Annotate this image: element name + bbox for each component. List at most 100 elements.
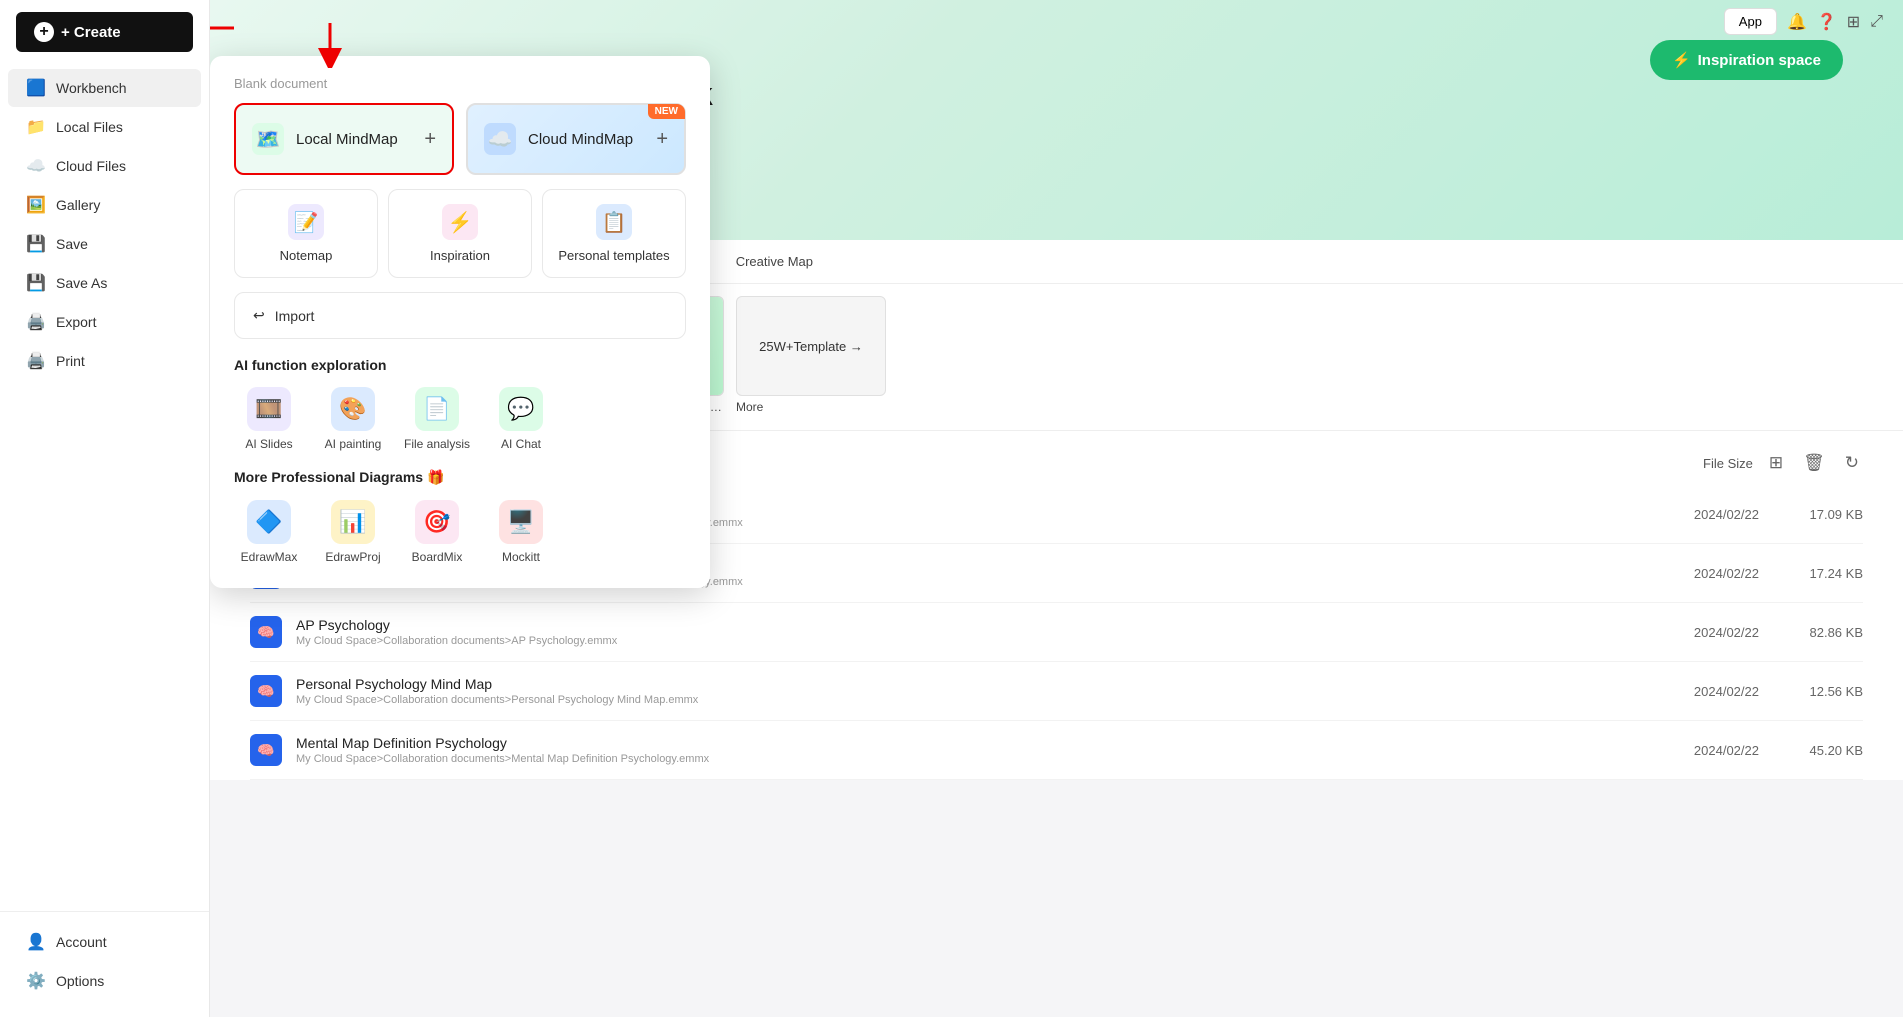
cloud-files-label: Cloud Files (56, 158, 126, 174)
sidebar-item-save[interactable]: 💾 Save (8, 225, 201, 263)
other-types-row: 📝 Notemap ⚡ Inspiration 📋 Personal templ… (234, 189, 686, 278)
ai-chat-label: AI Chat (501, 437, 541, 451)
file-name-4: Mental Map Definition Psychology (296, 735, 1615, 751)
ai-painting-card[interactable]: 🎨 AI painting (318, 387, 388, 451)
sidebar-item-print[interactable]: 🖨️ Print (8, 342, 201, 380)
section-tools: File Size ⊞ 🗑 ↻ (1703, 449, 1863, 477)
edrawmax-icon: 🔷 (247, 500, 291, 544)
template-col-more: 25W+Template → More (736, 296, 886, 414)
options-icon: ⚙️ (26, 971, 46, 991)
local-files-icon: 📁 (26, 117, 46, 137)
ai-slides-label: AI Slides (245, 437, 292, 451)
file-size-label: File Size (1703, 456, 1753, 471)
pro-section-emoji: 🎁 (427, 469, 444, 485)
file-name-3: Personal Psychology Mind Map (296, 676, 1615, 692)
local-mindmap-icon: 🗺️ (252, 123, 284, 155)
file-icon-3: 🧠 (250, 675, 282, 707)
personal-templates-label: Personal templates (558, 248, 669, 263)
timeline-creative[interactable]: Creative Map (736, 254, 813, 269)
file-date-1: 2024/02/22 (1629, 566, 1759, 581)
template-more-link: More (736, 400, 763, 414)
table-row[interactable]: 🧠 Personal Psychology Mind Map My Cloud … (250, 662, 1863, 721)
gallery-label: Gallery (56, 197, 100, 213)
local-mindmap-card[interactable]: 🗺️ Local MindMap + (234, 103, 454, 175)
save-icon: 💾 (26, 234, 46, 254)
ai-chat-card[interactable]: 💬 AI Chat (486, 387, 556, 451)
import-arrow-icon: ↩ (253, 307, 265, 324)
file-info-2: AP Psychology My Cloud Space>Collaborati… (296, 617, 1615, 647)
edrawproj-label: EdrawProj (325, 550, 380, 564)
sidebar-item-cloud-files[interactable]: ☁️ Cloud Files (8, 147, 201, 185)
delete-icon[interactable]: 🗑 (1799, 449, 1829, 477)
sidebar-item-workbench[interactable]: 🟦 Workbench (8, 69, 201, 107)
new-badge: NEW (648, 104, 685, 119)
create-button[interactable]: + + Create (16, 12, 193, 52)
save-label: Save (56, 236, 88, 252)
options-label: Options (56, 973, 104, 989)
print-label: Print (56, 353, 85, 369)
create-menu: Blank document 🗺️ Local MindMap + NEW ☁️… (210, 56, 710, 588)
app-button[interactable]: App (1724, 8, 1777, 35)
sidebar: + + Create 🟦 Workbench 📁 Local Files ☁️ … (0, 0, 210, 1017)
notifications-icon[interactable]: 🔔 (1787, 12, 1807, 32)
ai-slides-card[interactable]: 🎞️ AI Slides (234, 387, 304, 451)
mockitt-label: Mockitt (502, 550, 540, 564)
sidebar-nav: 🟦 Workbench 📁 Local Files ☁️ Cloud Files… (0, 64, 209, 911)
edrawmax-card[interactable]: 🔷 EdrawMax (234, 500, 304, 564)
create-label: + Create (61, 24, 121, 41)
expand-icon[interactable]: ⤢ (1870, 13, 1883, 31)
file-date-2: 2024/02/22 (1629, 625, 1759, 640)
ai-row: 🎞️ AI Slides 🎨 AI painting 📄 File analys… (234, 387, 686, 451)
edrawproj-icon: 📊 (331, 500, 375, 544)
file-date-0: 2024/02/22 (1629, 507, 1759, 522)
boardmix-card[interactable]: 🎯 BoardMix (402, 500, 472, 564)
file-path-2: My Cloud Space>Collaboration documents>A… (296, 635, 1615, 647)
blank-doc-label: Blank document (234, 76, 686, 91)
account-label: Account (56, 934, 107, 950)
cloud-mindmap-card[interactable]: NEW ☁️ Cloud MindMap + (466, 103, 686, 175)
personal-templates-icon: 📋 (596, 204, 632, 240)
create-plus-icon: + (34, 22, 54, 42)
import-label: Import (275, 308, 315, 324)
ai-chat-icon: 💬 (499, 387, 543, 431)
local-files-label: Local Files (56, 119, 123, 135)
help-icon[interactable]: ❓ (1817, 12, 1837, 32)
prof-row: 🔷 EdrawMax 📊 EdrawProj 🎯 BoardMix 🖥️ (234, 500, 686, 564)
edrawproj-card[interactable]: 📊 EdrawProj (318, 500, 388, 564)
notemap-card[interactable]: 📝 Notemap (234, 189, 378, 278)
sidebar-item-export[interactable]: 🖨️ Export (8, 303, 201, 341)
grid-icon[interactable]: ⊞ (1847, 12, 1860, 32)
template-more-label: 25W+Template → (759, 339, 863, 354)
boardmix-icon: 🎯 (415, 500, 459, 544)
ai-section-title: AI function exploration (234, 357, 686, 373)
grid-view-icon[interactable]: ⊞ (1765, 449, 1787, 477)
table-row[interactable]: 🧠 AP Psychology My Cloud Space>Collabora… (250, 603, 1863, 662)
file-path-3: My Cloud Space>Collaboration documents>P… (296, 694, 1615, 706)
file-date-3: 2024/02/22 (1629, 684, 1759, 699)
inspiration-label: Inspiration (430, 248, 490, 263)
mockitt-card[interactable]: 🖥️ Mockitt (486, 500, 556, 564)
sidebar-item-local-files[interactable]: 📁 Local Files (8, 108, 201, 146)
mockitt-icon: 🖥️ (499, 500, 543, 544)
inspiration-space-button[interactable]: ⚡ Inspiration space (1650, 40, 1843, 80)
sidebar-item-options[interactable]: ⚙️ Options (8, 962, 201, 1000)
file-size-4: 45.20 KB (1773, 743, 1863, 758)
sidebar-item-account[interactable]: 👤 Account (8, 923, 201, 961)
export-label: Export (56, 314, 96, 330)
sidebar-item-save-as[interactable]: 💾 Save As (8, 264, 201, 302)
sidebar-item-gallery[interactable]: 🖼️ Gallery (8, 186, 201, 224)
workbench-icon: 🟦 (26, 78, 46, 98)
template-more-button[interactable]: 25W+Template → (736, 296, 886, 396)
edrawmax-label: EdrawMax (241, 550, 298, 564)
file-size-3: 12.56 KB (1773, 684, 1863, 699)
ai-slides-icon: 🎞️ (247, 387, 291, 431)
inspiration-card[interactable]: ⚡ Inspiration (388, 189, 532, 278)
refresh-icon[interactable]: ↻ (1841, 449, 1863, 477)
table-row[interactable]: 🧠 Mental Map Definition Psychology My Cl… (250, 721, 1863, 780)
ai-painting-icon: 🎨 (331, 387, 375, 431)
file-analysis-card[interactable]: 📄 File analysis (402, 387, 472, 451)
import-row[interactable]: ↩ Import (234, 292, 686, 339)
notemap-label: Notemap (280, 248, 333, 263)
personal-templates-card[interactable]: 📋 Personal templates (542, 189, 686, 278)
file-size-1: 17.24 KB (1773, 566, 1863, 581)
